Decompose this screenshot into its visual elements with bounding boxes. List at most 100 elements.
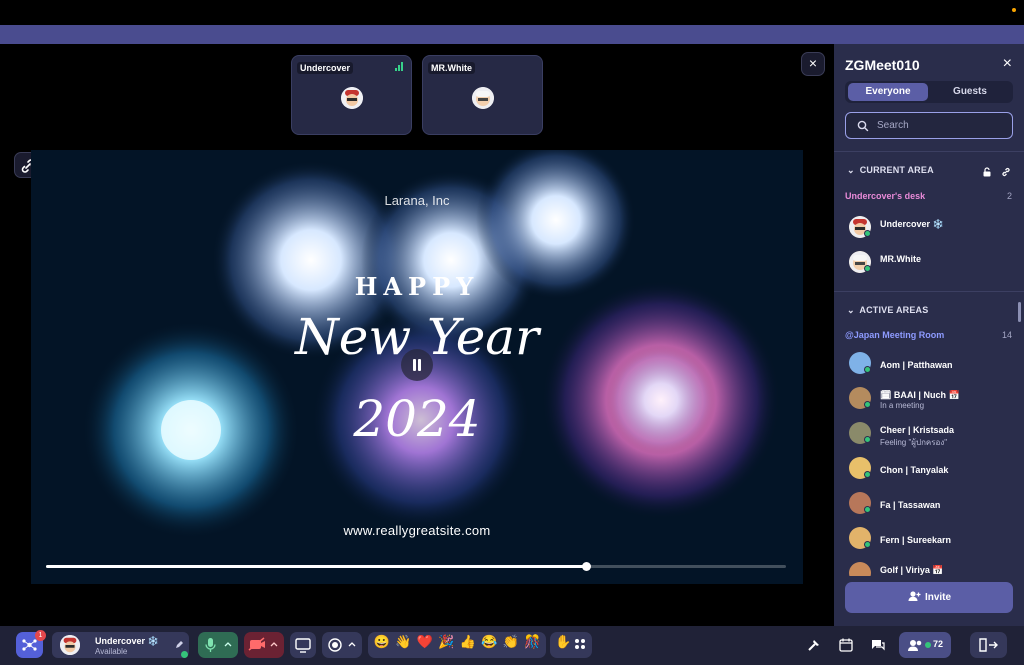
member-name: Fern | Sureekarn <box>880 535 952 545</box>
panel-scrollbar[interactable] <box>1018 302 1021 322</box>
chevron-down-icon: ⌄ <box>847 165 855 175</box>
notification-badge: 1 <box>35 630 46 641</box>
my-status-card[interactable]: Undercover ❄️ Available <box>52 632 189 658</box>
member-row[interactable]: 🗓 BAAI | Nuch 📅 In a meeting <box>849 385 1014 415</box>
member-name: Golf | Viriya 📅 <box>880 565 944 575</box>
search-input[interactable]: Search <box>845 112 1013 139</box>
divider <box>834 291 1024 292</box>
area-name-japan[interactable]: @Japan Meeting Room <box>845 330 944 340</box>
current-area-header[interactable]: ⌄ CURRENT AREA <box>847 165 934 176</box>
close-panel-button[interactable]: × <box>1003 55 1012 73</box>
online-status <box>864 366 871 373</box>
website-text: www.reallygreatsite.com <box>343 523 491 538</box>
member-row[interactable]: Fern | Sureekarn <box>849 525 1014 555</box>
active-areas-heading: ACTIVE AREAS <box>859 305 929 315</box>
video-progress-bar[interactable] <box>46 562 786 571</box>
member-row[interactable]: Aom | Patthawan <box>849 350 1014 380</box>
member-row[interactable]: Fa | Tassawan <box>849 490 1014 520</box>
close-icon: × <box>808 55 818 71</box>
people-icon <box>908 640 922 651</box>
online-status <box>181 651 188 658</box>
active-areas-header[interactable]: ⌄ ACTIVE AREAS <box>847 305 928 316</box>
online-status <box>864 471 871 478</box>
participants-button[interactable]: 72 <box>899 632 951 658</box>
chevron-down-icon: ⌄ <box>847 305 855 315</box>
microphone-button[interactable] <box>198 632 238 658</box>
emoji-reaction-button[interactable]: 👏 <box>502 633 520 651</box>
space-nav-bar <box>0 25 1024 44</box>
member-row[interactable]: MR.White <box>849 249 1014 279</box>
search-icon <box>857 120 869 132</box>
close-stage-button[interactable]: × <box>801 52 825 76</box>
online-status <box>864 265 871 272</box>
emoji-reaction-button[interactable]: 🎊 <box>524 633 542 651</box>
divider <box>834 151 1024 152</box>
emoji-reaction-button[interactable]: 👍 <box>459 633 477 651</box>
calendar-icon[interactable] <box>838 637 854 658</box>
audience-toggle: Everyone Guests <box>845 81 1013 103</box>
title-bar <box>0 0 1024 25</box>
participant-tile-undercover[interactable]: Undercover <box>291 55 412 135</box>
member-name: Aom | Patthawan <box>880 360 953 370</box>
participant-name: MR.White <box>428 62 475 74</box>
emoji-reaction-button[interactable]: 😂 <box>481 633 499 651</box>
signal-strength-icon <box>395 62 403 71</box>
member-name: 🗓 BAAI | Nuch 📅 <box>880 390 960 400</box>
camera-off-icon <box>248 637 278 651</box>
emoji-reaction-button[interactable]: 🎉 <box>438 633 456 651</box>
progress-fill <box>46 565 587 568</box>
notification-dot <box>1012 8 1016 12</box>
record-button[interactable] <box>322 632 362 658</box>
leave-button[interactable] <box>970 632 1007 658</box>
member-name: Cheer | Kristsada <box>880 425 955 435</box>
unlock-icon[interactable] <box>982 164 992 182</box>
online-count: 72 <box>933 639 944 649</box>
microphone-icon <box>205 638 232 652</box>
my-status: Available <box>95 647 128 656</box>
camera-button[interactable] <box>244 632 284 658</box>
member-row[interactable]: Cheer | Kristsada Feeling "ผู้ปกครอง" <box>849 420 1014 450</box>
raise-hand-icon[interactable]: ✋ <box>555 634 571 650</box>
invite-area: Invite <box>834 576 1024 626</box>
emoji-reaction-button[interactable]: ❤️ <box>416 633 434 651</box>
member-name: Fa | Tassawan <box>880 500 941 510</box>
avatar <box>471 87 494 109</box>
area-name-current[interactable]: Undercover's desk <box>845 191 925 201</box>
brand-label: Larana, Inc <box>384 193 450 208</box>
chat-icon[interactable] <box>870 637 886 658</box>
member-row[interactable]: Chon | Tanyalak <box>849 455 1014 485</box>
build-hammer-icon[interactable] <box>806 637 822 658</box>
grid-icon[interactable] <box>574 637 586 655</box>
year-text: 2024 <box>353 390 481 448</box>
member-name: MR.White <box>880 254 921 264</box>
area-count-japan: 14 <box>1001 330 1012 340</box>
emoji-reaction-button[interactable]: 😀 <box>373 633 391 651</box>
tab-guests[interactable]: Guests <box>930 83 1010 101</box>
happy-text: HAPPY <box>354 272 480 301</box>
online-status <box>925 642 931 648</box>
space-title: ZGMeet010 <box>845 57 920 73</box>
invite-button[interactable]: Invite <box>845 582 1013 613</box>
area-count-current: 2 <box>1006 191 1012 201</box>
add-user-icon <box>908 591 921 601</box>
participant-tile-mrwhite[interactable]: MR.White <box>422 55 543 135</box>
avatar <box>340 87 363 109</box>
avatar <box>60 635 80 655</box>
tab-everyone[interactable]: Everyone <box>848 83 928 101</box>
my-name: Undercover ❄️ <box>95 636 159 646</box>
pause-button[interactable] <box>401 349 433 381</box>
current-area-heading: CURRENT AREA <box>859 165 934 175</box>
participant-name: Undercover <box>297 62 354 74</box>
online-status <box>864 541 871 548</box>
screen-share-button[interactable] <box>290 632 316 658</box>
member-name: Undercover ❄️ <box>880 219 944 229</box>
search-placeholder: Search <box>877 120 909 131</box>
online-status <box>864 436 871 443</box>
link-icon[interactable] <box>1001 164 1011 182</box>
participants-panel: ZGMeet010 × Everyone Guests Search ⌄ CUR… <box>834 44 1024 626</box>
record-icon <box>328 638 356 652</box>
exit-icon <box>979 638 998 652</box>
online-status <box>864 230 871 237</box>
member-row[interactable]: Undercover ❄️ <box>849 214 1014 244</box>
emoji-reaction-button[interactable]: 👋 <box>395 633 413 651</box>
